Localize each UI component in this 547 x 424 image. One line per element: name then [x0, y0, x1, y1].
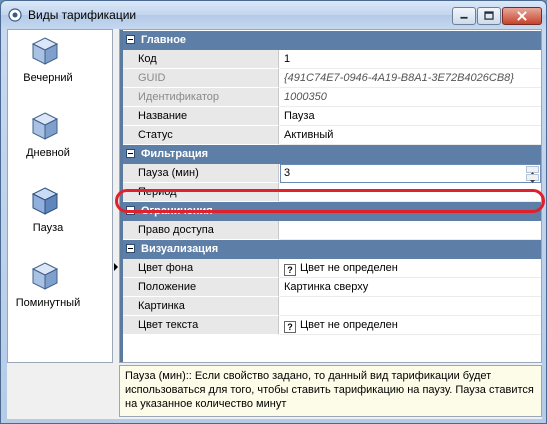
tariff-label: Пауза [32, 222, 64, 234]
category-limits[interactable]: Ограничения [123, 202, 541, 221]
property-description: Пауза (мин):: Если свойство задано, то д… [119, 365, 542, 417]
title-bar[interactable]: Виды тарификации [1, 1, 546, 29]
prop-row-picture[interactable]: Картинка [123, 297, 541, 316]
stepper-up-button[interactable] [526, 166, 539, 175]
color-swatch-icon: ? [284, 264, 296, 276]
tariff-item-per-minute[interactable]: Поминутный [8, 257, 112, 332]
prop-row-access[interactable]: Право доступа [123, 221, 541, 240]
prop-row-textcolor[interactable]: Цвет текста ? Цвет не определен [123, 316, 541, 335]
chevron-right-icon [114, 263, 118, 271]
tariff-item-evening[interactable]: Вечерний [8, 32, 112, 107]
prop-value: 1000350 [280, 88, 541, 107]
close-icon [517, 11, 527, 21]
prop-name: Положение [123, 278, 279, 297]
pause-minutes-value: 3 [284, 167, 291, 179]
close-button[interactable] [502, 7, 542, 25]
color-swatch-icon: ? [284, 321, 296, 333]
prop-name: Пауза (мин) [123, 164, 279, 183]
prop-row-status[interactable]: Статус Активный [123, 126, 541, 145]
app-icon [8, 8, 22, 22]
collapse-icon[interactable] [126, 149, 135, 158]
prop-name: Период [123, 183, 279, 202]
prop-row-position[interactable]: Положение Картинка сверху [123, 278, 541, 297]
prop-name: Код [123, 50, 279, 69]
window: Виды тарификации Вечерний Дневной Пауза … [0, 0, 547, 424]
prop-name: Картинка [123, 297, 279, 316]
stepper-down-button[interactable] [526, 174, 539, 183]
collapse-icon[interactable] [126, 244, 135, 253]
category-label: Визуализация [141, 243, 219, 255]
prop-value[interactable]: Картинка сверху [280, 278, 541, 297]
maximize-button[interactable] [477, 7, 501, 25]
prop-name: Цвет фона [123, 259, 279, 278]
prop-value[interactable]: 1 [280, 50, 541, 69]
tariff-item-pause[interactable]: Пауза [8, 182, 112, 257]
tariff-item-day[interactable]: Дневной [8, 107, 112, 182]
prop-row-guid[interactable]: GUID {491C74E7-0946-4A19-B8A1-3E72B4026C… [123, 69, 541, 88]
collapse-icon[interactable] [126, 206, 135, 215]
prop-value[interactable] [280, 221, 541, 240]
category-visual[interactable]: Визуализация [123, 240, 541, 259]
textcolor-text: Цвет не определен [300, 319, 398, 331]
category-label: Ограничения [141, 205, 213, 217]
prop-row-pause[interactable]: Пауза (мин) 3 [123, 164, 541, 183]
pause-stepper[interactable] [526, 166, 539, 183]
prop-value[interactable] [280, 297, 541, 316]
cube-icon [31, 112, 59, 140]
prop-name: Название [123, 107, 279, 126]
cube-icon [31, 262, 59, 290]
maximize-icon [484, 11, 494, 20]
property-grid: Главное Код 1 GUID {491C74E7-0946-4A19-B… [119, 29, 542, 363]
category-filter[interactable]: Фильтрация [123, 145, 541, 164]
tariff-label: Дневной [26, 147, 70, 159]
prop-name: GUID [123, 69, 279, 88]
prop-name: Право доступа [123, 221, 279, 240]
tariff-label: Вечерний [23, 72, 73, 84]
prop-row-code[interactable]: Код 1 [123, 50, 541, 69]
collapse-icon[interactable] [126, 35, 135, 44]
cube-icon [31, 37, 59, 65]
prop-name: Статус [123, 126, 279, 145]
tariff-list: Вечерний Дневной Пауза Поминутный [7, 29, 113, 363]
tariff-label: Поминутный [15, 297, 81, 309]
prop-row-name[interactable]: Название Пауза [123, 107, 541, 126]
prop-value: {491C74E7-0946-4A19-B8A1-3E72B4026CB8} [280, 69, 541, 88]
prop-value[interactable] [280, 183, 541, 202]
prop-value[interactable]: Активный [280, 126, 541, 145]
prop-row-bgcolor[interactable]: Цвет фона ? Цвет не определен [123, 259, 541, 278]
category-label: Фильтрация [141, 148, 209, 160]
pause-minutes-input[interactable]: 3 [280, 164, 541, 183]
minimize-icon [460, 16, 468, 19]
prop-value[interactable]: ? Цвет не определен [280, 316, 541, 335]
prop-value[interactable]: ? Цвет не определен [280, 259, 541, 278]
bgcolor-text: Цвет не определен [300, 262, 398, 274]
client-area: Вечерний Дневной Пауза Поминутный Главно… [7, 29, 545, 419]
prop-row-period[interactable]: Период [123, 183, 541, 202]
prop-row-identifier[interactable]: Идентификатор 1000350 [123, 88, 541, 107]
prop-name: Цвет текста [123, 316, 279, 335]
cube-icon [31, 187, 59, 215]
prop-value[interactable]: Пауза [280, 107, 541, 126]
minimize-button[interactable] [452, 7, 476, 25]
category-main[interactable]: Главное [123, 31, 541, 50]
window-title: Виды тарификации [28, 8, 137, 22]
prop-name: Идентификатор [123, 88, 279, 107]
category-label: Главное [141, 34, 187, 46]
